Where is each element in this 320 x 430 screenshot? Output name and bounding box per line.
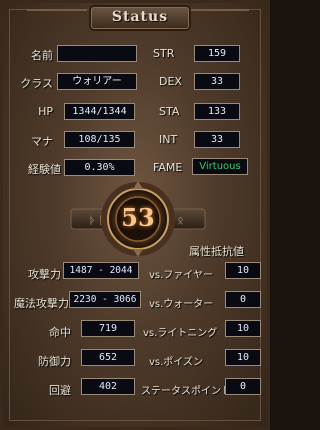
mana-label: マナ — [31, 135, 53, 148]
status-points-label: ステータスポイント — [141, 386, 231, 397]
resist-lightning-value: 10 — [225, 320, 261, 337]
attack-value: 1487 - 2044 — [63, 262, 139, 279]
defense-value: 652 — [81, 349, 135, 366]
level-value: 53 — [121, 203, 155, 232]
resist-lightning-label: vs.ライトニング — [143, 328, 218, 339]
resist-water-value: 0 — [225, 291, 261, 308]
dex-value: 33 — [194, 73, 240, 90]
window-title: Status — [111, 9, 169, 25]
attack-label: 攻撃力 — [28, 268, 61, 281]
name-label: 名前 — [31, 49, 53, 62]
evasion-value: 402 — [81, 378, 135, 395]
mana-value: 108/135 — [64, 131, 135, 148]
name-value — [57, 45, 137, 62]
title-ornament-right — [189, 9, 249, 11]
hp-value: 1344/1344 — [64, 103, 135, 120]
class-label: クラス — [20, 77, 53, 90]
resist-poison-label: vs.ポイズン — [149, 357, 204, 368]
accuracy-value: 719 — [81, 320, 135, 337]
hp-label: HP — [38, 105, 53, 118]
accuracy-label: 命中 — [49, 326, 71, 339]
title-ornament-left — [27, 9, 87, 11]
status-points-value: 0 — [225, 378, 261, 395]
status-window: Status 名前 クラス ウォリアー HP 1344/1344 マナ 108/… — [0, 0, 270, 430]
title-plate: Status — [91, 7, 189, 29]
sta-value: 133 — [194, 103, 240, 120]
exp-label: 経験値 — [28, 163, 61, 176]
resist-fire-value: 10 — [225, 262, 261, 279]
evasion-label: 回避 — [49, 384, 71, 397]
magic-attack-value: 2230 - 3066 — [69, 291, 141, 308]
resist-fire-label: vs.ファイヤー — [149, 270, 214, 281]
str-label: STR — [153, 47, 175, 60]
resist-poison-value: 10 — [225, 349, 261, 366]
int-value: 33 — [194, 131, 240, 148]
dex-label: DEX — [159, 75, 182, 88]
resist-water-label: vs.ウォーター — [149, 299, 214, 310]
int-label: INT — [159, 133, 178, 146]
sta-label: STA — [159, 105, 180, 118]
class-value: ウォリアー — [57, 73, 137, 90]
defense-label: 防御力 — [38, 355, 71, 368]
resist-header: 属性抵抗値 — [189, 245, 244, 258]
str-value: 159 — [194, 45, 240, 62]
magic-attack-label: 魔法攻撃力 — [14, 297, 69, 310]
